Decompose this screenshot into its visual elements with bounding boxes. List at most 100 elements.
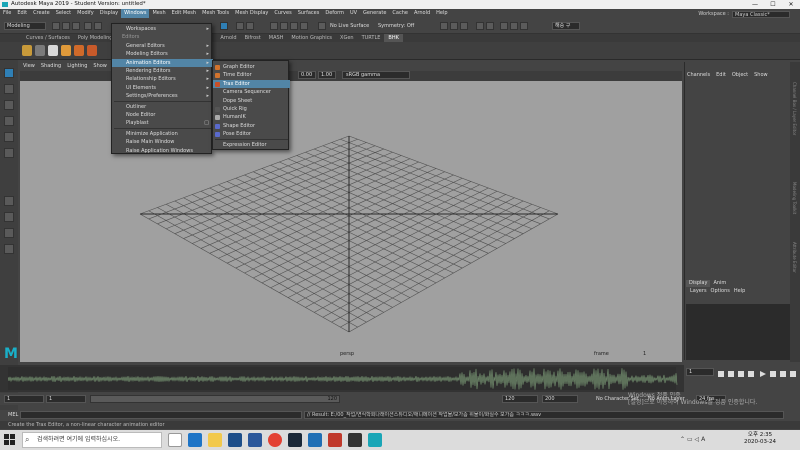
maximize-button[interactable]: ☐ — [764, 0, 782, 9]
side-tab-channel-box[interactable]: Channel Box / Layer Editor — [792, 82, 797, 135]
render-icon[interactable] — [440, 22, 448, 30]
anim-menu-trax-editor[interactable]: Trax Editor — [213, 79, 290, 89]
shelf-tab-arnold[interactable]: Arnold — [216, 34, 240, 42]
arnold-render-icon[interactable] — [486, 22, 494, 30]
shelf-tab-bhk[interactable]: BHK — [384, 34, 403, 42]
layout-four-icon[interactable] — [4, 212, 14, 222]
playback-end-field[interactable]: 120 — [502, 395, 538, 403]
live-surface-label[interactable]: No Live Surface — [330, 22, 369, 30]
layer-menu-help[interactable]: Help — [732, 288, 747, 294]
menu-mesh[interactable]: Mesh — [149, 9, 168, 18]
lasso-tool-icon[interactable] — [4, 84, 14, 94]
menu-deform[interactable]: Deform — [322, 9, 347, 18]
shelf-tool-icon[interactable] — [87, 45, 97, 56]
menu-arnold[interactable]: Arnold — [411, 9, 433, 18]
scale-tool-icon[interactable] — [4, 148, 14, 158]
steam-icon[interactable] — [288, 433, 302, 447]
menu-edit[interactable]: Edit — [14, 9, 30, 18]
menu-help[interactable]: Help — [433, 9, 450, 18]
exposure-field[interactable]: 0.00 — [298, 71, 316, 79]
menu-generate[interactable]: Generate — [360, 9, 389, 18]
color-space-dropdown[interactable]: sRGB gamma — [342, 71, 410, 79]
render-settings-icon[interactable] — [460, 22, 468, 30]
maya-taskbar-icon[interactable] — [368, 433, 382, 447]
animation-start-field[interactable]: 1 — [4, 395, 44, 403]
menu-create[interactable]: Create — [30, 9, 53, 18]
redo-icon[interactable] — [94, 22, 102, 30]
menu-display[interactable]: Display — [97, 9, 121, 18]
windows-menu-relationship-editors[interactable]: Relationship Editors ▸ — [112, 75, 213, 83]
rotate-tool-icon[interactable] — [4, 132, 14, 142]
menu-mesh-display[interactable]: Mesh Display — [232, 9, 271, 18]
shelf-tool-icon[interactable] — [74, 45, 84, 56]
undo-icon[interactable] — [84, 22, 92, 30]
windows-menu-workspaces[interactable]: Workspaces ▸ — [112, 25, 213, 33]
anim-menu-graph-editor[interactable]: Graph Editor — [213, 63, 290, 71]
snap-grid-icon[interactable] — [236, 22, 244, 30]
shelf-tab-curves-surfaces[interactable]: Curves / Surfaces — [22, 34, 74, 42]
shelf-tab-turtle[interactable]: TURTLE — [358, 34, 385, 42]
volume-icon[interactable]: ◁ — [695, 436, 700, 443]
windows-menu-animation-editors[interactable]: Animation Editors ▸ — [112, 58, 213, 67]
task-view-icon[interactable] — [168, 433, 182, 447]
key-icon[interactable] — [500, 22, 508, 30]
new-scene-icon[interactable] — [52, 22, 60, 30]
history-icon[interactable] — [300, 22, 308, 30]
menu-edit-mesh[interactable]: Edit Mesh — [169, 9, 199, 18]
app-icon[interactable] — [328, 433, 342, 447]
windows-start-icon[interactable] — [4, 434, 16, 446]
layer-menu-options[interactable]: Options — [709, 288, 732, 294]
windows-menu-ui-elements[interactable]: UI Elements ▸ — [112, 84, 213, 92]
taskbar-search-input[interactable]: 검색하려면 여기에 입력하십시오. — [22, 432, 162, 448]
snap-surface-icon[interactable] — [290, 22, 298, 30]
animation-end-field[interactable]: 200 — [542, 395, 578, 403]
current-frame-field[interactable]: 1 — [686, 368, 714, 376]
hypershade-icon[interactable] — [476, 22, 484, 30]
menu-modify[interactable]: Modify — [74, 9, 97, 18]
lock-icon[interactable] — [510, 22, 518, 30]
layout-persp-graph-icon[interactable] — [4, 244, 14, 254]
side-tab-modeling-toolkit[interactable]: Modeling Toolkit — [792, 182, 797, 214]
anim-menu-pose-editor[interactable]: Pose Editor — [213, 130, 290, 138]
viewport-menu-view[interactable]: View — [20, 62, 38, 71]
edge-icon[interactable] — [188, 433, 202, 447]
workspace-dropdown[interactable]: Maya Classic* — [732, 10, 790, 18]
snap-view-icon[interactable] — [280, 22, 288, 30]
network-icon[interactable]: ▭ — [687, 436, 693, 443]
shelf-tab-motion-graphics[interactable]: Motion Graphics — [287, 34, 336, 42]
anim-menu-camera-sequencer[interactable]: Camera Sequencer — [213, 88, 290, 96]
windows-menu-settings-preferences[interactable]: Settings/Preferences ▸ — [112, 92, 213, 100]
anim-menu-time-editor[interactable]: Time Editor — [213, 71, 290, 79]
layout-single-icon[interactable] — [4, 196, 14, 206]
mel-label[interactable]: MEL — [8, 411, 18, 419]
menu-curves[interactable]: Curves — [271, 9, 294, 18]
tray-up-icon[interactable]: ⌃ — [680, 436, 685, 443]
user-account[interactable]: 해승 구 — [552, 22, 580, 30]
windows-menu-raise-main-window[interactable]: Raise Main Window — [112, 138, 213, 146]
windows-menu-rendering-editors[interactable]: Rendering Editors ▸ — [112, 67, 213, 75]
taskbar-clock[interactable]: 오후 2:35 2020-03-24 — [744, 432, 776, 446]
snap-curve-icon[interactable] — [246, 22, 254, 30]
layer-list[interactable] — [686, 304, 790, 360]
menu-mesh-tools[interactable]: Mesh Tools — [199, 9, 232, 18]
file-explorer-icon[interactable] — [208, 433, 222, 447]
shelf-tool-icon[interactable] — [35, 45, 45, 56]
anim-menu-dope-sheet[interactable]: Dope Sheet — [213, 97, 290, 105]
side-tab-attribute-editor[interactable]: Attribute Editor — [792, 242, 797, 273]
range-slider[interactable]: 120 — [90, 395, 340, 403]
app-icon[interactable] — [308, 433, 322, 447]
shelf-tab-mash[interactable]: MASH — [265, 34, 288, 42]
gamma-field[interactable]: 1.00 — [318, 71, 336, 79]
menu-surfaces[interactable]: Surfaces — [295, 9, 323, 18]
move-tool-icon[interactable] — [4, 116, 14, 126]
shelf-tab-xgen[interactable]: XGen — [336, 34, 358, 42]
viewport-menu-shading[interactable]: Shading — [38, 62, 64, 71]
windows-menu-modeling-editors[interactable]: Modeling Editors ▸ — [112, 50, 213, 58]
store-icon[interactable] — [248, 433, 262, 447]
shelf-tool-icon[interactable] — [22, 45, 32, 56]
open-scene-icon[interactable] — [62, 22, 70, 30]
anim-menu-quick-rig[interactable]: Quick Rig — [213, 105, 290, 113]
windows-menu-general-editors[interactable]: General Editors ▸ — [112, 42, 213, 50]
windows-menu-minimize-application[interactable]: Minimize Application — [112, 130, 213, 138]
menu-cache[interactable]: Cache — [389, 9, 411, 18]
